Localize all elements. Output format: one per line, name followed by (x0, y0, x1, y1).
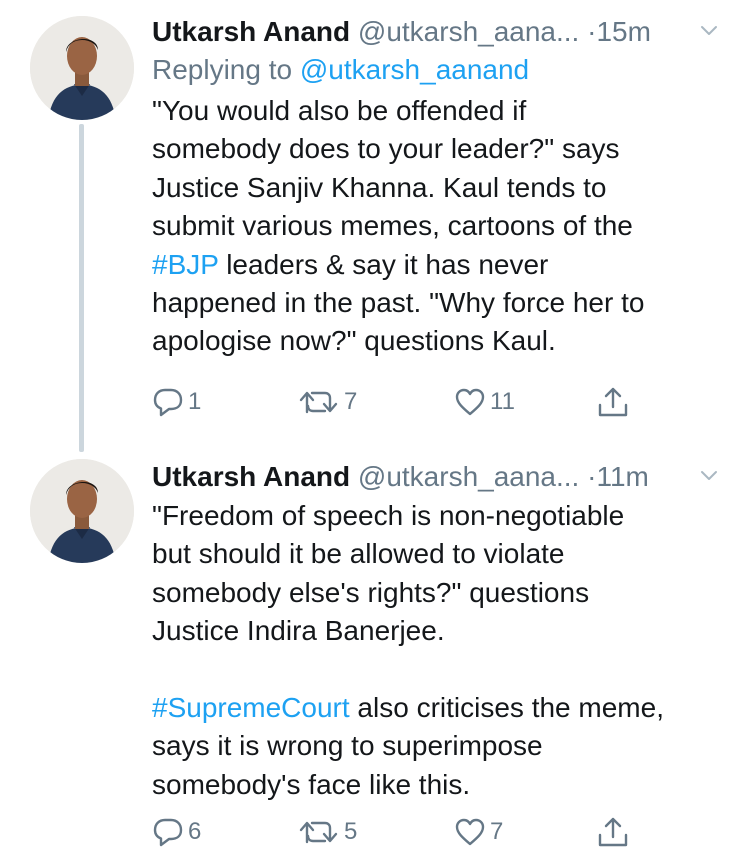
replying-to-label: Replying to (152, 54, 300, 85)
retweet-count: 5 (344, 818, 358, 845)
reply-icon (153, 818, 183, 847)
retweet-count: 7 (344, 388, 358, 415)
author-handle[interactable]: @utkarsh_aana... (358, 461, 579, 492)
tweet[interactable]: Utkarsh Anand @utkarsh_aana... ·11m "Fre… (0, 440, 750, 864)
share-button[interactable] (596, 382, 630, 422)
avatar[interactable] (30, 459, 134, 563)
tweet-actions: 1 7 11 (152, 382, 652, 422)
chevron-down-icon[interactable] (700, 467, 718, 485)
reply-button[interactable]: 1 (152, 382, 201, 422)
retweet-button[interactable]: 7 (298, 382, 357, 422)
retweet-icon (299, 391, 338, 414)
tweet-header: Utkarsh Anand @utkarsh_aana... ·11m (152, 457, 726, 497)
tweet-text: "You would also be offended if somebody … (152, 92, 726, 361)
chevron-down-icon[interactable] (700, 22, 718, 40)
hashtag-link[interactable]: #BJP (152, 249, 218, 280)
retweet-button[interactable]: 5 (298, 812, 357, 852)
author-name[interactable]: Utkarsh Anand (152, 16, 350, 47)
author-handle[interactable]: @utkarsh_aana... (358, 16, 579, 47)
share-button[interactable] (596, 812, 630, 852)
timestamp[interactable]: 11m (596, 461, 648, 492)
replying-to: Replying to @utkarsh_aanand (152, 50, 726, 90)
reply-icon (153, 388, 183, 417)
tweet-text-part: "You would also be offended if somebody … (152, 95, 633, 242)
avatar[interactable] (30, 16, 134, 120)
author-name[interactable]: Utkarsh Anand (152, 461, 350, 492)
retweet-icon (299, 821, 338, 844)
replying-to-mention[interactable]: @utkarsh_aanand (300, 54, 529, 85)
share-icon (598, 817, 628, 847)
heart-icon (455, 818, 485, 846)
like-button[interactable]: 7 (454, 812, 503, 852)
tweet-header: Utkarsh Anand @utkarsh_aana... ·15m (152, 12, 726, 52)
tweet[interactable]: Utkarsh Anand @utkarsh_aana... ·15m Repl… (0, 0, 750, 440)
tweet-content: Utkarsh Anand @utkarsh_aana... ·15m Repl… (152, 12, 726, 361)
reply-count: 6 (188, 818, 202, 845)
tweet-actions: 6 5 7 (152, 812, 652, 852)
reply-button[interactable]: 6 (152, 812, 201, 852)
share-icon (598, 387, 628, 417)
like-button[interactable]: 11 (454, 382, 515, 422)
tweet-text-part: leaders & say it has never happened in t… (152, 248, 645, 357)
hashtag-link[interactable]: #SupremeCourt (152, 692, 350, 723)
heart-icon (455, 388, 485, 416)
tweet-text: "Freedom of speech is non-negotiable but… (152, 497, 726, 804)
like-count: 7 (490, 818, 504, 845)
like-count: 11 (490, 388, 515, 415)
reply-count: 1 (188, 388, 202, 415)
timestamp[interactable]: 15m (596, 16, 650, 47)
tweet-content: Utkarsh Anand @utkarsh_aana... ·11m "Fre… (152, 457, 726, 804)
tweet-text-part: "Freedom of speech is non-negotiable but… (152, 500, 625, 647)
